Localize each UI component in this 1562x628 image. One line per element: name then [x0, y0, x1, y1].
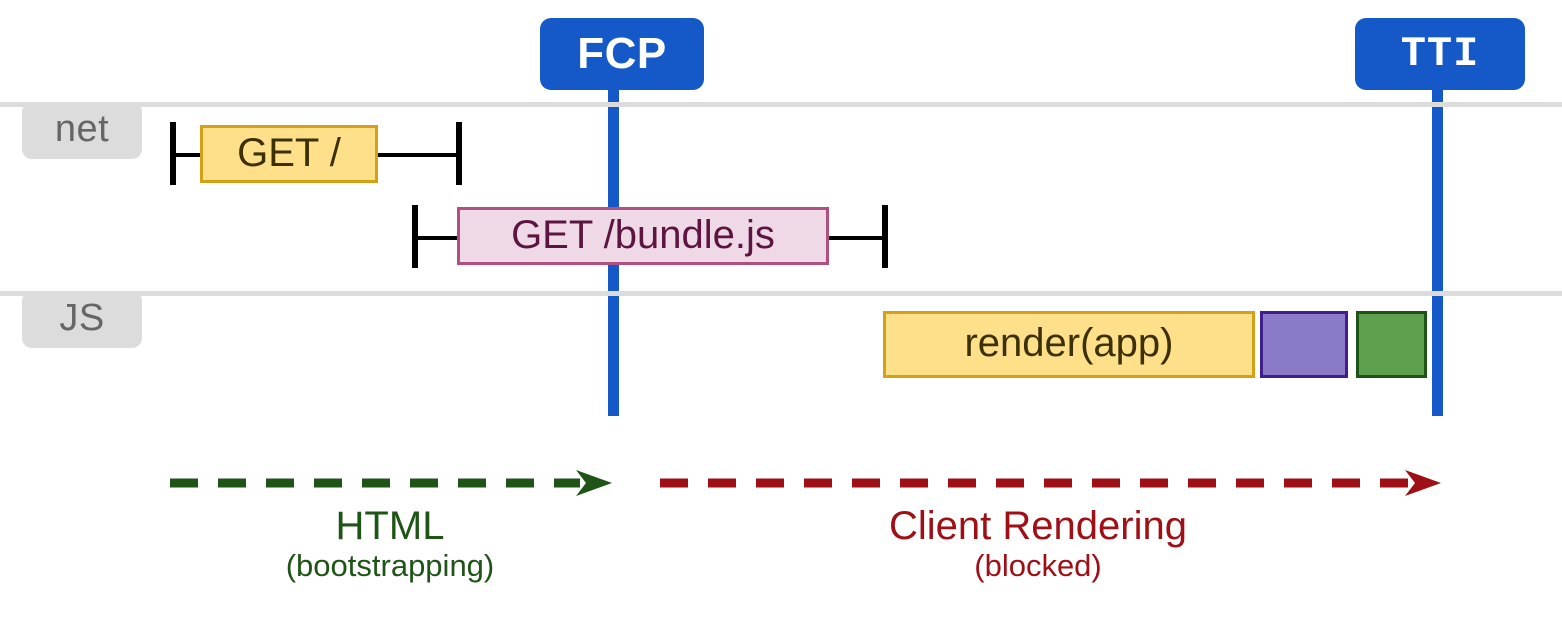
- timeline-diagram: net JS GET / GET /bundle.js render(app) …: [0, 0, 1562, 628]
- lane-label-js: JS: [22, 291, 142, 348]
- client-rendering-phase-label-sub: (blocked): [974, 547, 1102, 583]
- html-phase-label: HTML (bootstrapping): [240, 504, 540, 584]
- net-request-bar-get-bundle[interactable]: GET /bundle.js: [457, 207, 829, 265]
- html-phase-label-sub: (bootstrapping): [285, 547, 495, 583]
- net-request-bar-get-root[interactable]: GET /: [200, 125, 378, 183]
- client-rendering-phase-arrow: [660, 470, 1441, 496]
- client-rendering-phase-label-main: Client Rendering: [889, 504, 1187, 548]
- js-task-bar-render-app[interactable]: render(app): [883, 311, 1255, 378]
- client-rendering-phase-label: Client Rendering (blocked): [838, 504, 1238, 584]
- js-task-bar-2[interactable]: [1260, 311, 1348, 378]
- fcp-marker-label: FCP: [577, 29, 667, 78]
- get-root-whisker-cap-left: [170, 122, 176, 185]
- get-bundle-whisker-cap-left: [412, 205, 418, 268]
- net-request-bar-get-bundle-label: GET /bundle.js: [511, 212, 775, 257]
- get-root-whisker-cap-right: [456, 122, 462, 185]
- tti-marker-label: TTI: [1400, 30, 1480, 78]
- lane-label-net-text: net: [54, 107, 110, 150]
- tti-marker-badge[interactable]: TTI: [1355, 18, 1525, 90]
- fcp-marker-badge[interactable]: FCP: [540, 18, 704, 90]
- lane-label-js-text: JS: [59, 296, 105, 339]
- html-phase-label-main: HTML: [335, 504, 445, 548]
- js-task-bar-render-app-label: render(app): [964, 321, 1174, 365]
- js-task-bar-3[interactable]: [1356, 311, 1427, 378]
- get-bundle-whisker-cap-right: [882, 205, 888, 268]
- tti-marker-line: [1432, 86, 1443, 416]
- net-request-bar-get-root-label: GET /: [237, 130, 341, 175]
- html-phase-arrow: [170, 470, 612, 496]
- js-lane-line: [0, 291, 1562, 296]
- net-lane-line: [0, 102, 1562, 107]
- lane-label-net: net: [22, 102, 142, 159]
